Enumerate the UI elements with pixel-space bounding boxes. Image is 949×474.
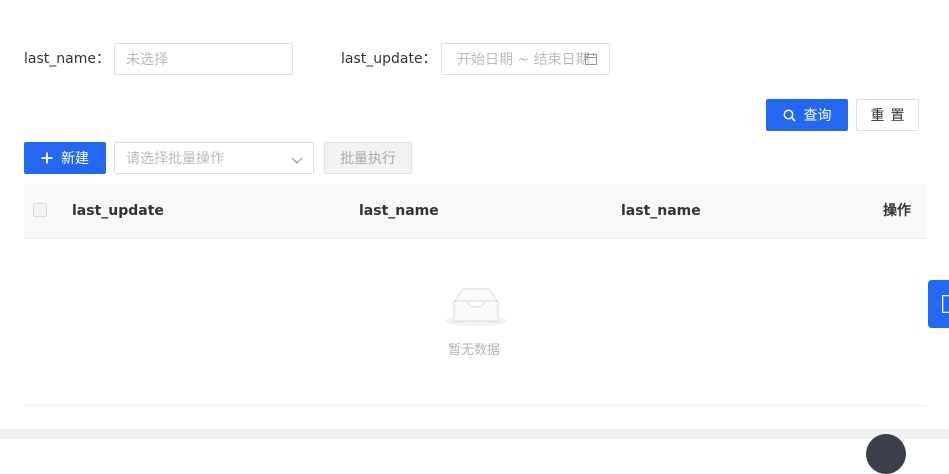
panel-icon — [942, 295, 949, 317]
batch-operation-select[interactable]: 请选择批量操作 — [114, 142, 314, 174]
empty-inbox-icon — [443, 283, 509, 333]
calendar-icon — [584, 52, 598, 70]
floating-avatar[interactable] — [866, 434, 906, 474]
last-name-placeholder: 未选择 — [126, 49, 168, 69]
reset-button[interactable]: 重置 — [856, 99, 919, 131]
column-header-actions: 操作 — [883, 201, 911, 221]
new-button[interactable]: 新建 — [24, 142, 106, 174]
batch-operation-placeholder: 请选择批量操作 — [126, 148, 224, 168]
side-panel-toggle[interactable] — [928, 280, 949, 328]
select-all-checkbox[interactable] — [33, 203, 47, 217]
date-range-placeholder: 开始日期 ~ 结束日期 — [457, 49, 590, 69]
chevron-down-icon — [291, 153, 303, 169]
column-header-last-name-2[interactable]: last_name — [621, 201, 701, 221]
footer-bar — [0, 429, 949, 439]
batch-execute-button[interactable]: 批量执行 — [324, 142, 412, 174]
reset-button-label: 重置 — [871, 105, 911, 125]
column-header-last-name[interactable]: last_name — [359, 201, 439, 221]
date-range-picker[interactable]: 开始日期 ~ 结束日期 — [441, 43, 610, 75]
plus-icon — [41, 152, 53, 164]
last-name-select[interactable]: 未选择 — [114, 43, 293, 75]
search-button[interactable]: 查询 — [766, 99, 848, 131]
last-update-label: last_update： — [341, 49, 437, 69]
batch-execute-label: 批量执行 — [340, 148, 396, 168]
table-header: last_update last_name last_name 操作 — [24, 184, 927, 239]
new-button-label: 新建 — [61, 148, 89, 168]
table-bottom-divider — [24, 405, 927, 406]
last-name-label: last_name： — [24, 49, 110, 69]
search-button-label: 查询 — [804, 105, 832, 125]
column-header-last-update[interactable]: last_update — [72, 201, 164, 221]
empty-state-text: 暂无数据 — [448, 339, 500, 358]
search-icon — [783, 109, 796, 122]
